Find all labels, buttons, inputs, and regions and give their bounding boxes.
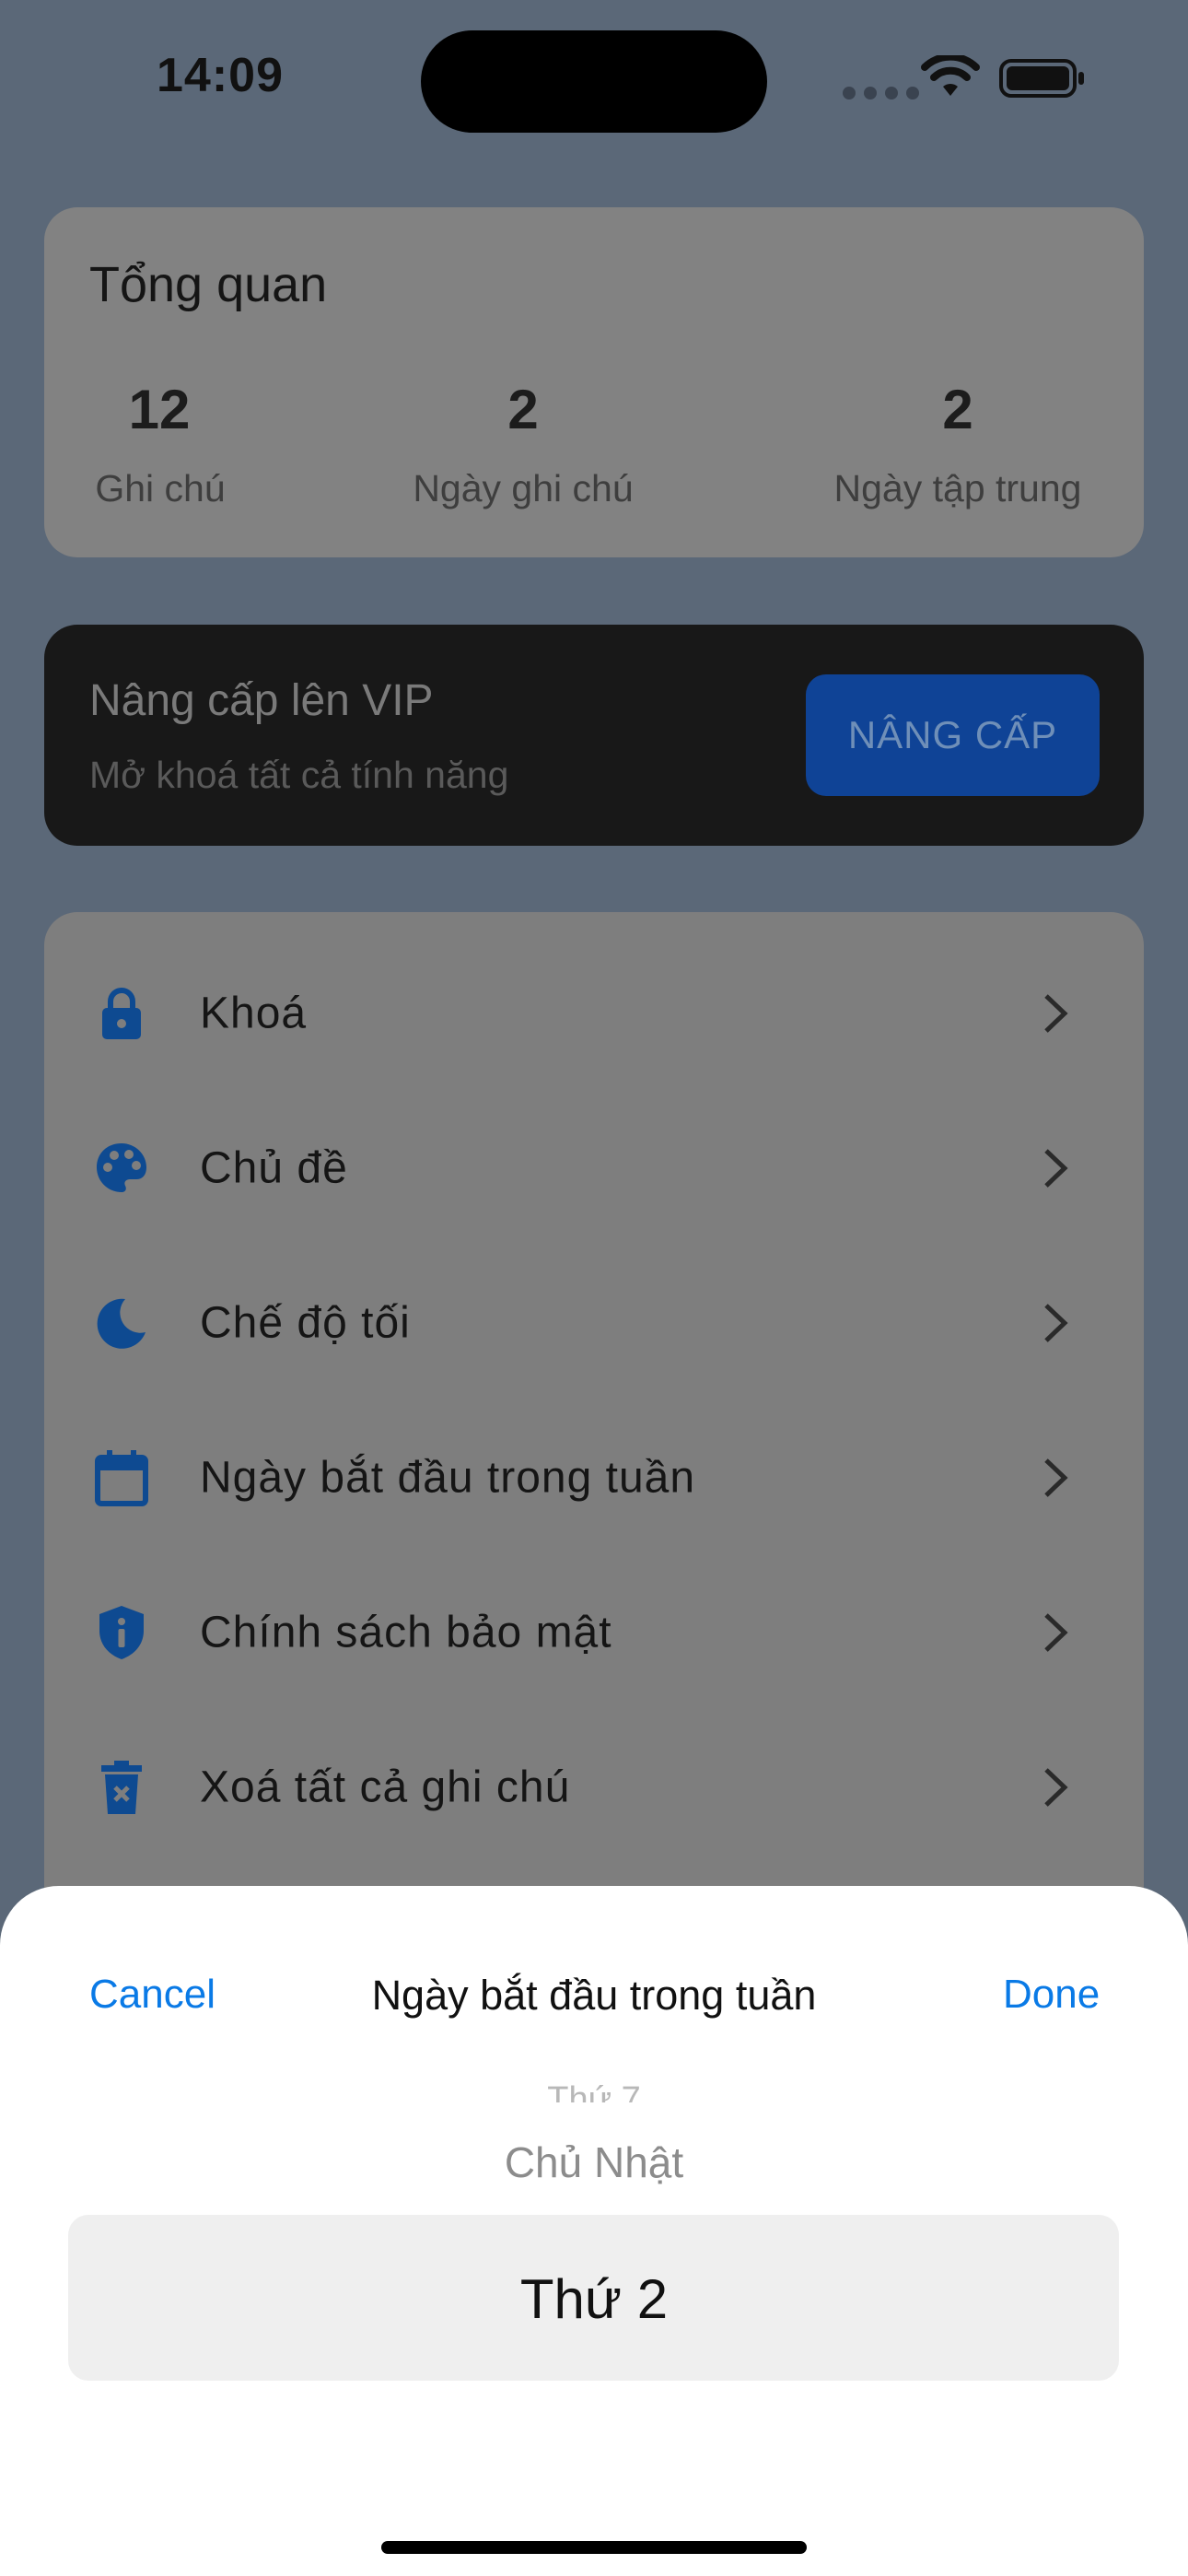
palette-icon — [97, 1143, 146, 1192]
moon-icon — [97, 1298, 146, 1349]
picker-option-sunday[interactable]: Chủ Nhật — [0, 2137, 1188, 2187]
stat-note-days-value: 2 — [507, 379, 539, 440]
chevron-right-icon — [1044, 1304, 1068, 1342]
stat-notes-label: Ghi chú — [95, 467, 226, 509]
trash-x-icon — [101, 1761, 142, 1814]
chevron-right-icon — [1044, 994, 1068, 1033]
menu-item-theme[interactable]: Chủ đề — [44, 1091, 1144, 1246]
menu-item-delete-all-notes[interactable]: Xoá tất cả ghi chú — [44, 1710, 1144, 1865]
menu-item-week-start[interactable]: Ngày bắt đầu trong tuần — [44, 1400, 1144, 1555]
dynamic-island — [421, 30, 767, 133]
vip-title: Nâng cấp lên VIP — [89, 676, 434, 725]
battery-icon — [999, 59, 1084, 98]
picker-option-faded[interactable]: Thứ 7 — [0, 2080, 1188, 2102]
menu-item-dark-mode[interactable]: Chế độ tối — [44, 1246, 1144, 1400]
calendar-icon — [95, 1450, 148, 1506]
menu-label-lock: Khoá — [200, 989, 308, 1038]
picker-option-selected[interactable]: Thứ 2 — [0, 2267, 1188, 2331]
stat-notes-value: 12 — [128, 379, 191, 440]
menu-label-delete-all-notes: Xoá tất cả ghi chú — [200, 1762, 571, 1812]
chevron-right-icon — [1044, 1149, 1068, 1188]
overview-title: Tổng quan — [89, 257, 328, 312]
menu-label-dark-mode: Chế độ tối — [200, 1298, 411, 1348]
done-button[interactable]: Done — [1003, 1972, 1100, 2018]
wifi-icon — [921, 55, 980, 96]
vip-subtitle: Mở khoá tất cả tính năng — [89, 754, 509, 796]
stat-note-days-label: Ngày ghi chú — [413, 467, 634, 509]
status-time: 14:09 — [157, 49, 284, 102]
stat-focus-days-label: Ngày tập trung — [833, 467, 1082, 509]
chevron-right-icon — [1044, 1613, 1068, 1652]
chevron-right-icon — [1044, 1768, 1068, 1807]
lock-icon — [102, 988, 141, 1039]
upgrade-button[interactable]: NÂNG CẤP — [806, 674, 1100, 796]
menu-label-week-start: Ngày bắt đầu trong tuần — [200, 1453, 696, 1503]
menu-item-lock[interactable]: Khoá — [44, 936, 1144, 1091]
chevron-right-icon — [1044, 1458, 1068, 1497]
menu-label-theme: Chủ đề — [200, 1143, 348, 1193]
cellular-signal-icon — [843, 87, 919, 100]
home-indicator[interactable] — [381, 2541, 807, 2554]
shield-info-icon — [99, 1606, 144, 1659]
menu-item-privacy-policy[interactable]: Chính sách bảo mật — [44, 1555, 1144, 1710]
stat-focus-days-value: 2 — [942, 379, 973, 440]
menu-label-privacy-policy: Chính sách bảo mật — [200, 1608, 612, 1657]
